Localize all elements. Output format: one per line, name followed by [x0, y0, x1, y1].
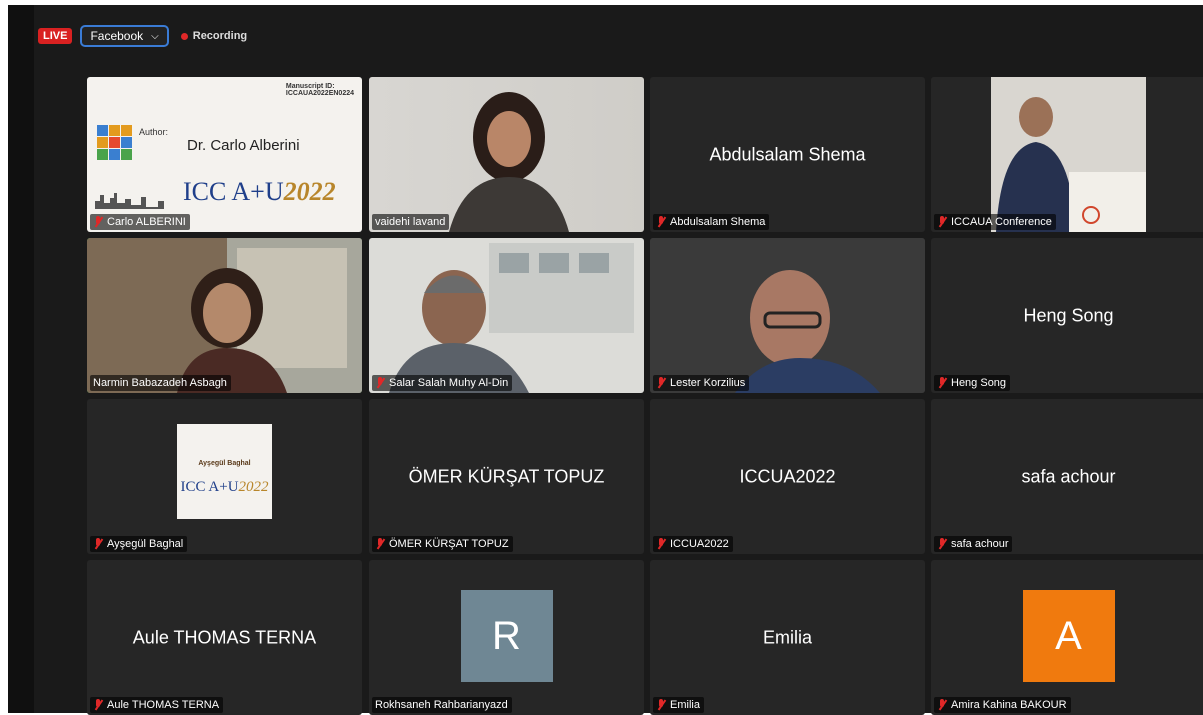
participant-name-tag: Carlo ALBERINI: [90, 214, 190, 230]
mic-muted-icon: [93, 699, 103, 711]
video-tile[interactable]: safa achour safa achour: [931, 399, 1203, 554]
video-tile[interactable]: Salar Salah Muhy Al-Din: [369, 238, 644, 393]
mic-muted-icon: [93, 538, 103, 550]
participant-display-name: Heng Song: [1023, 305, 1114, 325]
video-tile[interactable]: ICCAUA Conference: [931, 77, 1203, 232]
video-tile[interactable]: vaidehi lavand: [369, 77, 644, 232]
participant-display-name: Aule THOMAS TERNA: [132, 627, 317, 647]
record-dot-icon: [180, 32, 188, 40]
participant-name-tag: Emilia: [653, 697, 704, 713]
mic-muted-icon: [93, 216, 103, 228]
participant-name-tag: Ayşegül Baghal: [90, 536, 188, 552]
recording-indicator[interactable]: Recording: [180, 30, 248, 42]
participant-video: [650, 238, 925, 393]
participant-video: [369, 77, 644, 232]
shared-slide: Manuscript ID: ICCAUA2022EN0224 Author: D…: [87, 77, 362, 232]
top-bar: LIVE Facebook ⌵ Recording: [38, 23, 247, 49]
participant-name-tag: ICCAUA Conference: [934, 214, 1056, 230]
participant-name-tag: ÖMER KÜRŞAT TOPUZ: [372, 536, 513, 552]
participant-name-tag: ICCUA2022: [653, 536, 733, 552]
mic-muted-icon: [937, 538, 947, 550]
participant-display-name: ÖMER KÜRŞAT TOPUZ: [408, 466, 605, 486]
mic-muted-icon: [656, 699, 666, 711]
video-tile[interactable]: Manuscript ID: ICCAUA2022EN0224 Author: D…: [87, 77, 362, 232]
video-tile[interactable]: R Rokhsaneh Rahbarianyazd: [369, 560, 644, 715]
participant-name-tag: Narmin Babazadeh Asbagh: [90, 375, 231, 391]
participant-display-name: ICCUA2022: [739, 466, 836, 486]
participant-name-tag: Abdulsalam Shema: [653, 214, 770, 230]
video-tile[interactable]: ICCUA2022 ICCUA2022: [650, 399, 925, 554]
video-tile[interactable]: Emilia Emilia: [650, 560, 925, 715]
participant-name-tag: Aule THOMAS TERNA: [90, 697, 224, 713]
participant-video: [931, 77, 1203, 232]
stream-target-dropdown[interactable]: Facebook ⌵: [80, 25, 169, 47]
mic-muted-icon: [375, 538, 385, 550]
video-tile[interactable]: Lester Korzilius: [650, 238, 925, 393]
participant-avatar: R: [460, 590, 553, 682]
participant-display-name: Emilia: [762, 627, 812, 647]
slide-author-label: Author:: [139, 127, 169, 137]
mic-muted-icon: [656, 216, 666, 228]
skyline-icon: [95, 193, 164, 209]
video-tile-active-speaker[interactable]: Narmin Babazadeh Asbagh: [87, 238, 362, 393]
mic-muted-icon: [656, 377, 666, 389]
slide-author-name: Dr. Carlo Alberini: [187, 137, 300, 154]
chevron-down-icon: ⌵: [151, 30, 159, 42]
mic-muted-icon: [375, 377, 385, 389]
meeting-window: LIVE Facebook ⌵ Recording Manuscript ID:…: [8, 5, 1203, 715]
video-tile[interactable]: A Amira Kahina BAKOUR: [931, 560, 1203, 715]
participant-display-name: Abdulsalam Shema: [709, 144, 866, 164]
participant-name-tag: safa achour: [934, 536, 1013, 552]
video-tile[interactable]: Aule THOMAS TERNA Aule THOMAS TERNA: [87, 560, 362, 715]
recording-label: Recording: [192, 30, 248, 42]
stream-target-label: Facebook: [90, 29, 144, 43]
participant-avatar: A: [1022, 590, 1115, 682]
mic-muted-icon: [937, 216, 947, 228]
participant-video: [87, 238, 362, 393]
participant-video: [369, 238, 644, 393]
participant-name-tag: Lester Korzilius: [653, 375, 750, 391]
participant-name-tag: Rokhsaneh Rahbarianyazd: [372, 697, 512, 713]
video-tile[interactable]: Ayşegül Baghal ICC A+U2022 Ayşegül Bagha…: [87, 399, 362, 554]
video-tile[interactable]: Heng Song Heng Song: [931, 238, 1203, 393]
mic-muted-icon: [937, 699, 947, 711]
mic-muted-icon: [937, 377, 947, 389]
participant-display-name: safa achour: [1021, 466, 1116, 486]
participant-name-tag: Amira Kahina BAKOUR: [934, 697, 1071, 713]
participant-name-tag: Heng Song: [934, 375, 1011, 391]
shared-slide: Ayşegül Baghal ICC A+U2022: [177, 424, 272, 519]
participant-name-tag: Salar Salah Muhy Al-Din: [372, 375, 513, 391]
mic-muted-icon: [656, 538, 666, 550]
participant-name-tag: vaidehi lavand: [372, 214, 450, 230]
video-tile[interactable]: Abdulsalam Shema Abdulsalam Shema: [650, 77, 925, 232]
slide-conference-title: ICC A+U2022: [183, 177, 336, 206]
left-edge: [8, 5, 34, 713]
live-badge: LIVE: [38, 28, 73, 44]
video-tile[interactable]: ÖMER KÜRŞAT TOPUZ ÖMER KÜRŞAT TOPUZ: [369, 399, 644, 554]
slide-code: Manuscript ID: ICCAUA2022EN0224: [285, 83, 354, 97]
